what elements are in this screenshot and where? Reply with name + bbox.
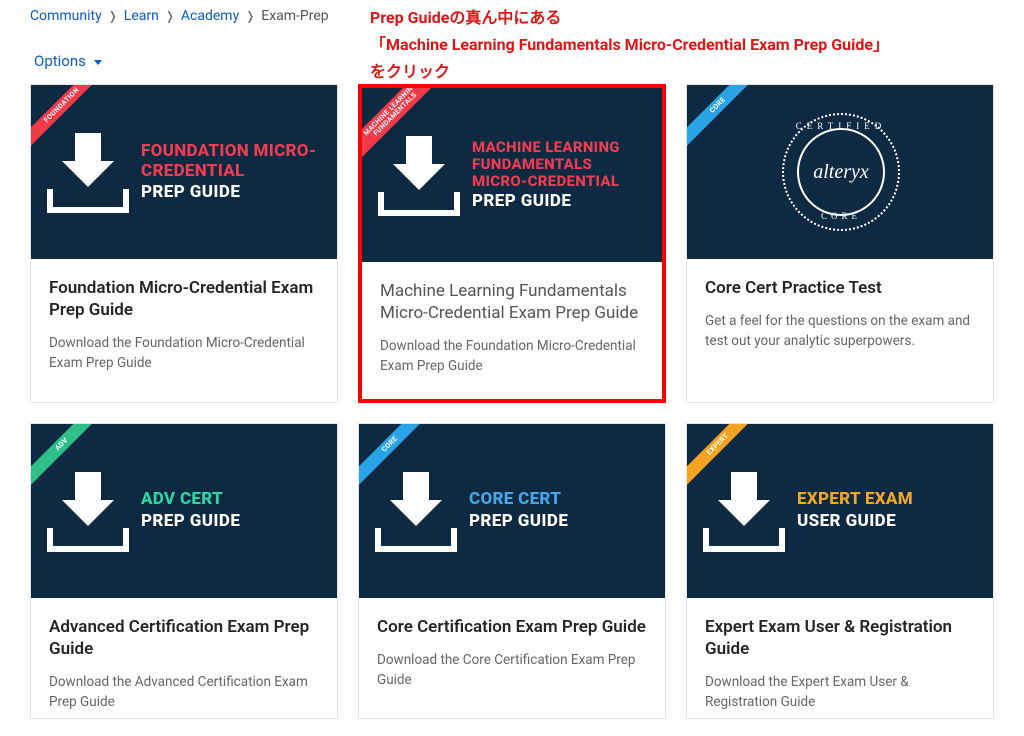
annotation-line: Prep Guideの真ん中にある <box>370 4 889 31</box>
card-description: Get a feel for the questions on the exam… <box>705 311 975 352</box>
options-label: Options <box>34 52 86 70</box>
card-title: Core Certification Exam Prep Guide <box>377 616 647 638</box>
download-icon <box>703 470 785 552</box>
card-title: Advanced Certification Exam Prep Guide <box>49 616 319 660</box>
thumb-line2: USER GUIDE <box>797 511 979 531</box>
card-description: Download the Expert Exam User & Registra… <box>705 672 975 713</box>
card-title: Foundation Micro-Credential Exam Prep Gu… <box>49 277 319 321</box>
card-core-prep-guide[interactable]: CORE CORE CERT PREP GUIDE Core Certifica… <box>358 423 666 720</box>
chevron-right-icon: ❭ <box>165 9 175 23</box>
thumb-line2: PREP GUIDE <box>141 182 323 202</box>
thumb-line1: FOUNDATION MICRO-CREDENTIAL <box>141 142 323 181</box>
card-thumbnail: MACHINE LEARNING FUNDAMENTALS MACHINE LE… <box>362 88 662 262</box>
chevron-right-icon: ❭ <box>245 9 255 23</box>
breadcrumb-learn[interactable]: Learn <box>124 8 159 24</box>
card-body: Advanced Certification Exam Prep Guide D… <box>31 598 337 719</box>
card-body: Foundation Micro-Credential Exam Prep Gu… <box>31 259 337 396</box>
card-body: Core Cert Practice Test Get a feel for t… <box>687 259 993 374</box>
annotation-line: 「Machine Learning Fundamentals Micro-Cre… <box>370 31 889 58</box>
thumb-text: FOUNDATION MICRO-CREDENTIAL PREP GUIDE <box>141 142 323 202</box>
breadcrumb-current: Exam-Prep <box>261 8 328 24</box>
breadcrumb-academy[interactable]: Academy <box>181 8 239 24</box>
card-thumbnail: CORE CERTIFIED alteryx CORE <box>687 85 993 259</box>
chevron-down-icon <box>94 60 102 65</box>
card-description: Download the Foundation Micro-Credential… <box>49 333 319 374</box>
card-thumbnail: CORE CORE CERT PREP GUIDE <box>359 424 665 598</box>
thumb-line2: PREP GUIDE <box>472 191 648 211</box>
card-body: Machine Learning Fundamentals Micro-Cred… <box>362 262 662 399</box>
card-description: Download the Foundation Micro-Credential… <box>380 336 644 377</box>
download-icon <box>375 470 457 552</box>
instruction-annotation: Prep Guideの真ん中にある 「Machine Learning Fund… <box>370 4 889 86</box>
download-icon <box>378 134 460 216</box>
card-expert-exam-user-guide[interactable]: EXPERT EXPERT EXAM USER GUIDE Expert Exa… <box>686 423 994 720</box>
thumb-line2: PREP GUIDE <box>141 511 323 531</box>
card-foundation-prep-guide[interactable]: FOUNDATION FOUNDATION MICRO-CREDENTIAL P… <box>30 84 338 403</box>
card-ml-fundamentals-prep-guide[interactable]: MACHINE LEARNING FUNDAMENTALS MACHINE LE… <box>358 84 666 403</box>
card-thumbnail: FOUNDATION FOUNDATION MICRO-CREDENTIAL P… <box>31 85 337 259</box>
card-title: Machine Learning Fundamentals Micro-Cred… <box>380 280 644 324</box>
thumb-line1: EXPERT EXAM <box>797 490 979 510</box>
thumb-line1: CORE CERT <box>469 490 651 510</box>
card-grid: FOUNDATION FOUNDATION MICRO-CREDENTIAL P… <box>0 84 1024 719</box>
seal-brand: alteryx <box>797 128 885 216</box>
card-body: Expert Exam User & Registration Guide Do… <box>687 598 993 719</box>
download-icon <box>47 131 129 213</box>
seal-bottom-word: CORE <box>821 211 861 221</box>
card-advanced-prep-guide[interactable]: ADV ADV CERT PREP GUIDE Advanced Certifi… <box>30 423 338 720</box>
card-title: Expert Exam User & Registration Guide <box>705 616 975 660</box>
thumb-line2: PREP GUIDE <box>469 511 651 531</box>
card-description: Download the Core Certification Exam Pre… <box>377 650 647 691</box>
card-description: Download the Advanced Certification Exam… <box>49 672 319 713</box>
thumb-line1: ADV CERT <box>141 490 323 510</box>
card-thumbnail: EXPERT EXPERT EXAM USER GUIDE <box>687 424 993 598</box>
thumb-text: CORE CERT PREP GUIDE <box>469 490 651 531</box>
thumb-text: MACHINE LEARNING FUNDAMENTALS MICRO-CRED… <box>472 139 648 212</box>
card-core-practice-test[interactable]: CORE CERTIFIED alteryx CORE Core Cert Pr… <box>686 84 994 403</box>
download-icon <box>47 470 129 552</box>
card-thumbnail: ADV ADV CERT PREP GUIDE <box>31 424 337 598</box>
chevron-right-icon: ❭ <box>108 9 118 23</box>
options-dropdown[interactable]: Options <box>34 52 102 70</box>
card-title: Core Cert Practice Test <box>705 277 975 299</box>
annotation-line: をクリック <box>370 58 889 85</box>
certification-seal-icon: CERTIFIED alteryx CORE <box>782 113 900 231</box>
card-body: Core Certification Exam Prep Guide Downl… <box>359 598 665 697</box>
thumb-text: ADV CERT PREP GUIDE <box>141 490 323 531</box>
thumb-line1: MACHINE LEARNING FUNDAMENTALS MICRO-CRED… <box>472 139 648 191</box>
breadcrumb-community[interactable]: Community <box>30 8 102 24</box>
seal-top-word: CERTIFIED <box>796 121 886 131</box>
thumb-text: EXPERT EXAM USER GUIDE <box>797 490 979 531</box>
seal-wrap: CERTIFIED alteryx CORE <box>703 113 979 231</box>
